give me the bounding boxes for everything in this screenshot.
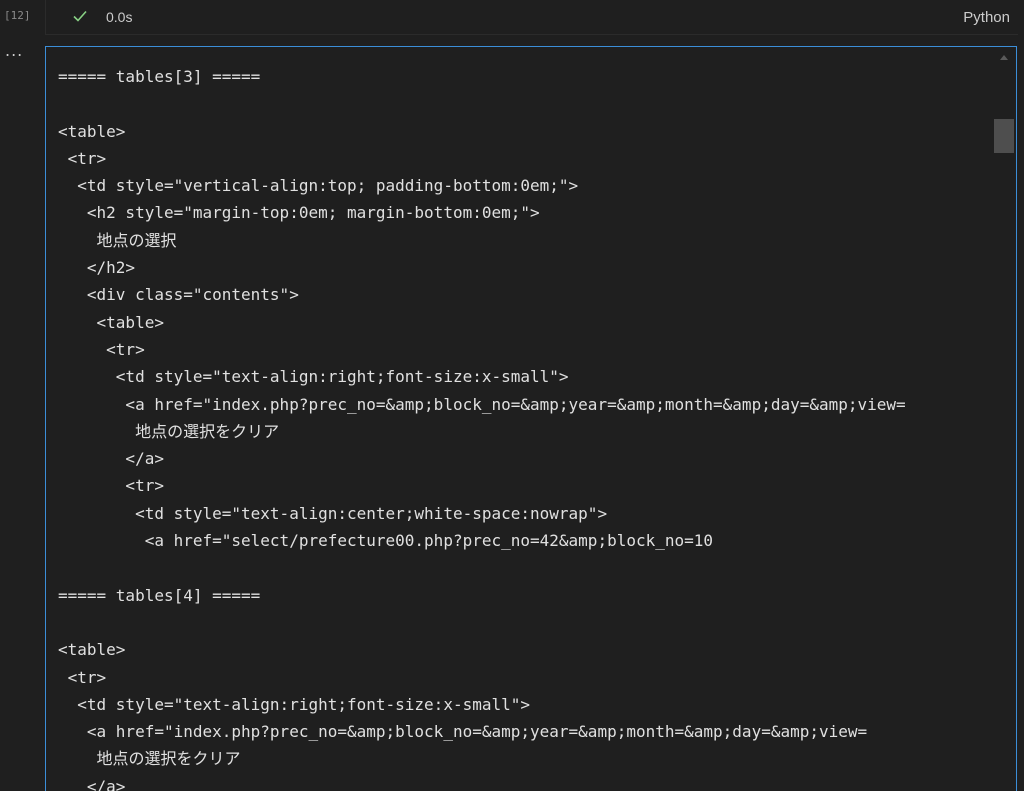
cell-status-bar: 0.0s Python <box>45 0 1018 35</box>
more-actions-icon[interactable]: ... <box>5 43 23 59</box>
output-line: <td style="text-align:right;font-size:x-… <box>58 694 531 714</box>
output-line: <h2 style="margin-top:0em; margin-bottom… <box>58 203 540 223</box>
scroll-up-arrow-icon[interactable] <box>1000 55 1008 60</box>
output-text: ===== tables[3] ===== <table> <tr> <td st… <box>58 63 994 791</box>
execution-time: 0.0s <box>106 9 133 25</box>
output-line: <tr> <box>58 339 145 359</box>
kernel-language[interactable]: Python <box>963 9 1010 26</box>
output-line: </a> <box>58 776 126 791</box>
output-line: ===== tables[3] ===== <box>58 67 261 86</box>
output-line: </a> <box>58 449 164 469</box>
output-line: <td style="text-align:right;font-size:x-… <box>58 367 569 387</box>
output-line: <table> <box>58 312 164 332</box>
output-line: <table> <box>58 121 126 141</box>
output-line: <a href="select/prefecture00.php?prec_no… <box>58 531 714 551</box>
execution-count: [12] <box>4 9 31 22</box>
output-line: <a href="index.php?prec_no=&amp;block_no… <box>58 722 868 742</box>
check-icon <box>73 10 87 22</box>
output-line: <td style="vertical-align:top; padding-b… <box>58 176 579 196</box>
notebook-cell: [12] 0.0s Python ... ===== tables[3] ===… <box>0 0 1024 791</box>
output-line: </h2> <box>58 258 136 278</box>
output-line: <td style="text-align:center;white-space… <box>58 503 608 523</box>
scrollbar-thumb[interactable] <box>994 119 1014 153</box>
output-line: 地点の選択をクリア <box>58 749 241 769</box>
output-line: ===== tables[4] ===== <box>58 585 261 605</box>
output-line: <div class="contents"> <box>58 285 299 305</box>
output-line: <a href="index.php?prec_no=&amp;block_no… <box>58 394 906 414</box>
cell-output: ===== tables[3] ===== <table> <tr> <td st… <box>45 46 1017 791</box>
output-line: <tr> <box>58 148 107 168</box>
output-line: <tr> <box>58 667 107 687</box>
output-line: 地点の選択 <box>58 230 177 250</box>
output-line: <table> <box>58 640 126 660</box>
output-line: <tr> <box>58 476 164 496</box>
output-line: 地点の選択をクリア <box>58 421 280 441</box>
